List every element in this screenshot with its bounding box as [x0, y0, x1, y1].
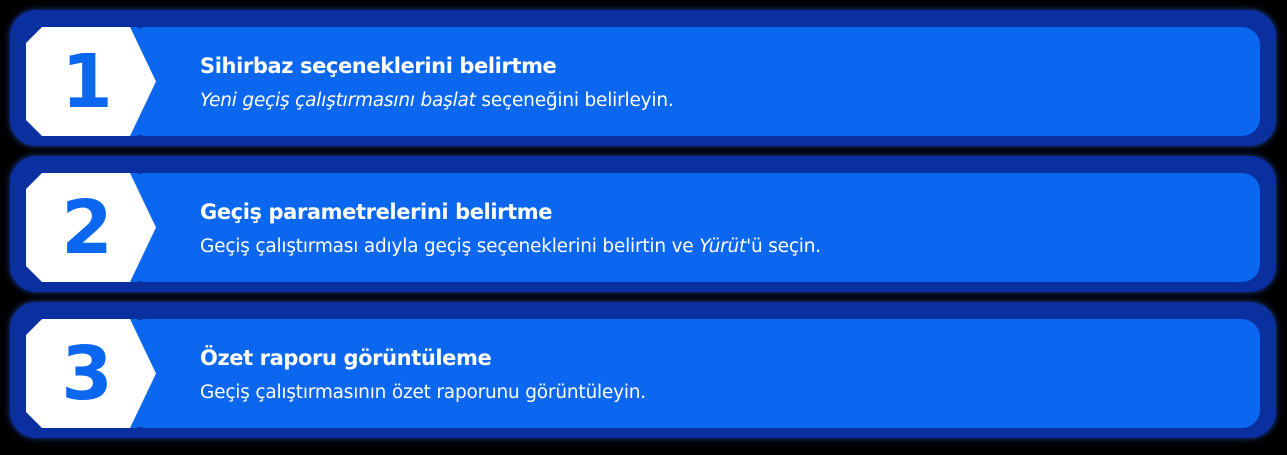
steps-diagram: 1 Sihirbaz seçeneklerini belirtme Yeni g… [0, 0, 1287, 455]
step-card [128, 27, 1260, 136]
step-title: Sihirbaz seçeneklerini belirtme [200, 54, 557, 78]
step-number: 2 [61, 184, 113, 271]
step-title: Geçiş parametrelerini belirtme [200, 200, 553, 224]
step-1: 1 Sihirbaz seçeneklerini belirtme Yeni g… [10, 10, 1276, 146]
step-description-italic: Yürüt [699, 236, 747, 257]
step-2: 2 Geçiş parametrelerini belirtme Geçiş ç… [10, 156, 1276, 292]
step-description-prefix: Geçiş çalıştırması adıyla geçiş seçenekl… [200, 236, 700, 257]
step-card [128, 319, 1260, 428]
step-number: 1 [61, 38, 113, 125]
step-description: Yeni geçiş çalıştırmasını başlat seçeneğ… [200, 90, 674, 111]
step-description: Geçiş çalıştırmasının özet raporunu görü… [200, 382, 646, 403]
step-card [128, 173, 1260, 282]
step-3: 3 Özet raporu görüntüleme Geçiş çalıştır… [10, 302, 1276, 438]
step-title: Özet raporu görüntüleme [200, 346, 492, 370]
step-description-rest: seçeneğini belirleyin. [475, 90, 674, 111]
step-description: Geçiş çalıştırması adıyla geçiş seçenekl… [200, 236, 821, 257]
step-description-italic: Yeni geçiş çalıştırmasını başlat [200, 90, 476, 111]
step-description-suffix: 'ü seçin. [746, 236, 821, 257]
step-number: 3 [61, 330, 113, 417]
